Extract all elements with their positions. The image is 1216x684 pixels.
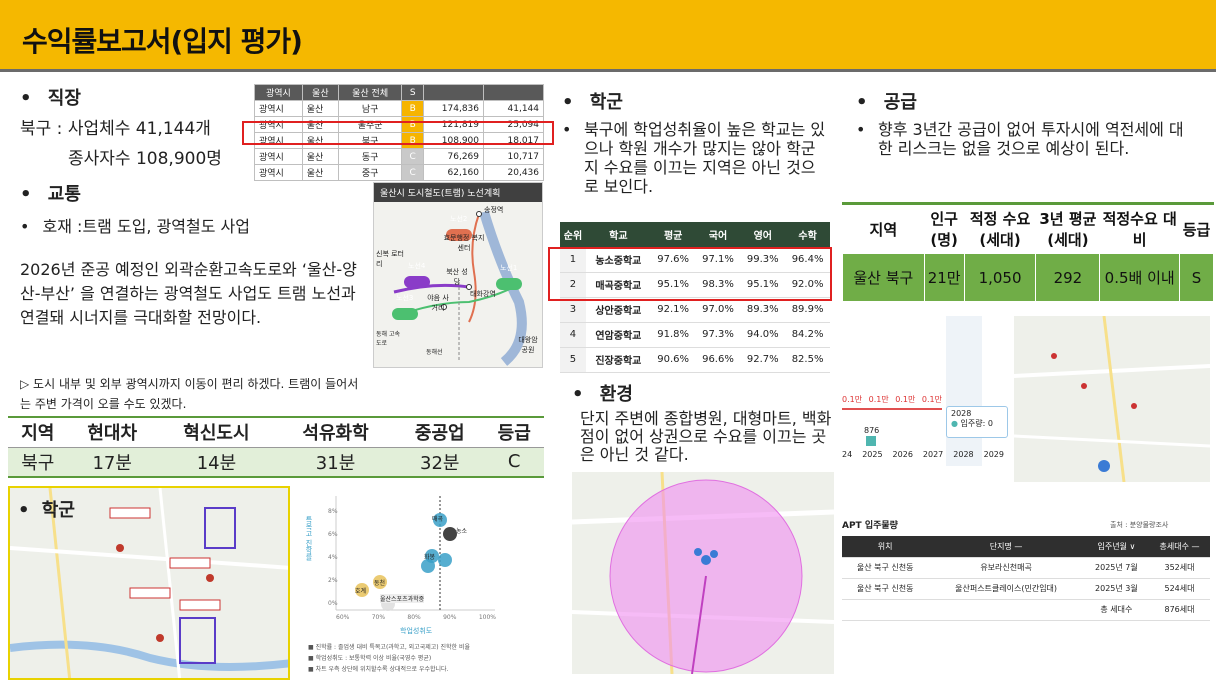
x-tick: 2025 (862, 450, 883, 459)
scatter-chart: 특목고 진학률 8% 6% 4% 2% 0% 60% 70% 80% 90% 1… (300, 486, 548, 680)
title-bar: 수익률보고서(입지 평가) (0, 0, 1216, 72)
bar-labels: 0.1만 0.1만 0.1만 0.1만 (842, 394, 942, 405)
label-hyomun: 효문행정 복지센터 (443, 234, 485, 252)
school-map: • 학군 (8, 486, 290, 680)
environment-heading: • 환경 (572, 384, 633, 405)
tram-map: 울산시 도시철도(트램) 노선계획 송정역 노선2 효문행정 복지센터 신복 로… (373, 182, 543, 368)
label-daewangam: 대왕암 공원 (518, 336, 538, 354)
label-songjeong: 송정역 (484, 206, 504, 214)
bar-label: 0.1만 (895, 395, 916, 404)
bukgu-highlight (242, 121, 554, 145)
label-line3: 노선3 (396, 294, 414, 302)
x-tick: 24 (842, 450, 853, 459)
traffic-paragraph: 2026년 준공 예정인 외곽순환고속도로와 ‘울산-양산-부산’ 을 연결하는… (20, 260, 357, 327)
scatter-xlabel: 학업성취도 (400, 627, 433, 635)
legend-line: ■ 차트 우측 상단에 위치할수록 상대적으로 우수합니다. (308, 666, 449, 673)
x-tick: 80% (407, 614, 421, 621)
x-tick: 2028 (953, 450, 974, 459)
location-map-graphic (1014, 316, 1210, 482)
table-row: 울산 북구 신천동 울산퍼스트클레이스(민간임대) 2025년 3월 524세대 (842, 578, 1210, 600)
point-label: 동천 (374, 580, 386, 587)
label-line4: 노선4 (408, 262, 426, 270)
supply-text: • 향후 3년간 공급이 없어 투자시에 역전세에 대한 리스크는 없을 것으로… (856, 120, 1184, 158)
top-schools-highlight (548, 247, 832, 301)
point-label: 울산스포츠과학중 (380, 594, 425, 603)
x-tick: 60% (336, 614, 350, 621)
x-tick: 2026 (892, 450, 913, 459)
x-tick: 100% (478, 614, 496, 621)
x-tick: 90% (443, 614, 457, 621)
line-2 (468, 213, 480, 323)
label-buksan: 북산 성당 (446, 268, 468, 286)
value-label: 876 (864, 426, 880, 435)
label-taehwagang: 태화강역 (470, 290, 496, 298)
y-tick: 2% (328, 577, 338, 584)
y-tick: 4% (328, 554, 338, 561)
label-line2: 노선2 (450, 215, 468, 223)
label-yaeum: 야음 사거리 (427, 294, 449, 312)
point-label: 화봉 (424, 554, 436, 561)
bar-label: 0.1만 (921, 395, 942, 404)
x-tick: 70% (371, 614, 386, 621)
tooltip-text: ● 입주량: 0 (951, 419, 993, 428)
bar-label: 0.1만 (842, 395, 863, 404)
tooltip-year: 2028 (951, 409, 972, 418)
job-line2: 종사자수 108,900명 (68, 149, 222, 169)
point-label: 매곡 (432, 516, 444, 523)
apt-table: 위치 단지명 — 입주년월 ∨ 총세대수 — 울산 북구 신천동 유보라신천매곡 2025… (842, 536, 1210, 621)
location-map (1014, 316, 1210, 482)
environment-map-graphic (572, 472, 834, 674)
traffic-table: 지역 현대차 혁신도시 석유화학 중공업 등급 북구 17분 14분 31분 32분 C (8, 416, 544, 478)
traffic-note: ▷ 도시 내부 및 외부 광역시까지 이동이 편리 하겠다. 트램이 들어서는 … (20, 377, 359, 411)
label-donghae: 동해선 (426, 349, 443, 356)
y-tick: 6% (328, 531, 338, 538)
bar-label: 0.1만 (868, 395, 889, 404)
x-tick: 2029 (983, 450, 1004, 459)
label-sinbok: 신복 로터리 (376, 250, 404, 268)
table-row: 울산 북구 신천동 유보라신천매곡 2025년 7월 352세대 (842, 557, 1210, 579)
scatter-point (421, 559, 435, 573)
traffic-line: • 호재 :트램 도입, 광역철도 사업 (20, 217, 250, 236)
y-tick: 8% (328, 508, 338, 515)
tram-map-title: 울산시 도시철도(트램) 노선계획 (374, 183, 542, 202)
label-expressway: 동해 고속도로 (376, 331, 400, 347)
point-label: 호계 (355, 588, 367, 595)
supply-x-ticks: 24 2025 2026 2027 2028 2029 (842, 450, 1004, 459)
traffic-heading: • 교통 (20, 184, 81, 205)
supply-chart: 0.1만 0.1만 0.1만 0.1만 876 24 2025 2026 202… (842, 316, 1010, 466)
scatter-legend: ■ 진학률 : 졸업생 대비 특목고(과학고, 외고국제고) 진학한 비율 ■ … (308, 642, 544, 675)
environment-map (572, 472, 834, 674)
label-line1: 노선1 (500, 264, 518, 272)
scatter-ylabel: 특목고 진학률 (305, 516, 313, 561)
legend-line: ■ 학업성취도 : 보통학력 이상 비율(국영수 평균) (308, 655, 432, 662)
apt-source: 출처 : 분양물량조사 (1110, 521, 1169, 529)
y-tick: 0% (328, 600, 338, 607)
highlight-column (946, 316, 982, 466)
x-tick: 2027 (922, 450, 944, 459)
environment-text: 단지 주변에 종합병원, 대형마트, 백화점이 없어 상권으로 수요를 이끄는 … (580, 409, 832, 464)
table-row: 5 진장중학교 90.6% 96.6% 92.7% 82.5% (560, 347, 830, 373)
supply-line (842, 408, 942, 410)
page-title: 수익률보고서(입지 평가) (22, 25, 303, 58)
scatter-yticks: 8% 6% 4% 2% 0% (328, 500, 338, 615)
scatter-point (438, 553, 452, 567)
scatter-xticks: 60% 70% 80% 90% 100% (336, 614, 496, 621)
legend-line: ■ 진학률 : 졸업생 대비 특목고(과학고, 외고국제고) 진학한 비율 (308, 644, 471, 651)
supply-heading: • 공급 (856, 92, 917, 113)
school-heading: • 학군 (562, 92, 623, 113)
school-map-heading: • 학군 (18, 500, 75, 521)
tooltip: 2028 ● 입주량: 0 (946, 406, 1008, 438)
job-line1: 북구 : 사업체수 41,144개 (20, 119, 211, 139)
supply-bar (866, 436, 876, 446)
school-text: • 북구에 학업성취율이 높은 학교는 있으나 학원 개수가 많지는 않아 학군… (562, 120, 826, 196)
scatter-point (443, 527, 457, 541)
job-heading: • 직장 (20, 88, 81, 109)
table-row: 총 세대수 876세대 (842, 599, 1210, 621)
point-label: 농소 (456, 528, 468, 535)
table-row: 4 연암중학교 91.8% 97.3% 94.0% 84.2% (560, 322, 830, 348)
supply-table: 지역 인구 (명) 적정 수요 (세대) 3년 평균 (세대) 적정수요 대비 등급 … (842, 202, 1214, 302)
